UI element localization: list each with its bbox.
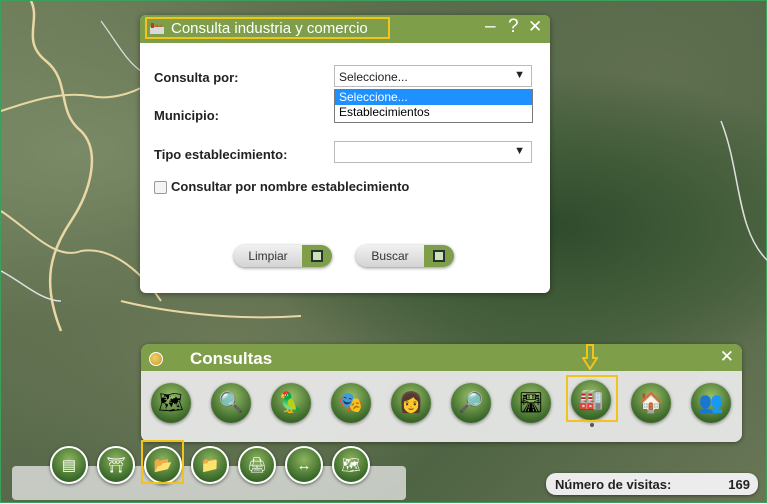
consulta-por-dropdown[interactable]: Seleccione... Establecimientos (334, 89, 533, 123)
measure-icon[interactable]: ↔ (285, 446, 323, 484)
window-icon (302, 245, 332, 267)
limpiar-label: Limpiar (248, 249, 288, 263)
limpiar-button[interactable]: Limpiar (234, 245, 332, 267)
search-globe-icon[interactable]: 🔍 (211, 383, 251, 423)
visits-value: 169 (728, 477, 750, 492)
doctor-icon[interactable]: 👩 (391, 383, 431, 423)
consulta-por-label: Consulta por: (154, 70, 239, 85)
dialog-title-box: Consulta industria y comercio (145, 17, 390, 39)
close-icon[interactable]: ✕ (720, 347, 734, 367)
bird-icon[interactable]: 🦜 (271, 383, 311, 423)
magnifier-icon[interactable]: 🔎 (451, 383, 491, 423)
help-button[interactable]: ? (508, 17, 519, 37)
window-icon (424, 245, 454, 267)
buscar-label: Buscar (371, 249, 409, 263)
visits-label: Número de visitas: (555, 477, 672, 492)
minimize-button[interactable]: – (485, 17, 496, 37)
map-icon[interactable]: 🗺 (151, 383, 191, 423)
people-icon[interactable]: 👥 (691, 383, 731, 423)
theater-masks-icon[interactable]: 🎭 (331, 383, 371, 423)
logo-icon (149, 352, 163, 366)
dropdown-option[interactable]: Establecimientos (335, 105, 532, 120)
close-button[interactable]: ✕ (528, 17, 542, 37)
printer-icon[interactable]: 🖨 (238, 446, 276, 484)
map-icon[interactable]: 🗺 (332, 446, 370, 484)
checkbox-label: Consultar por nombre establecimiento (171, 179, 410, 194)
tipo-establecimiento-label: Tipo establecimiento: (154, 147, 288, 162)
legend-icon[interactable]: ▤ (50, 446, 88, 484)
dropdown-option[interactable]: Seleccione... (335, 90, 532, 105)
arrow-down-icon (582, 344, 598, 370)
selection-dot (590, 423, 594, 427)
panel-title: Consultas (190, 349, 273, 368)
dialog-title: Consulta industria y comercio (171, 19, 368, 37)
selected-icon-highlight (566, 375, 618, 422)
consulta-dialog: Consulta industria y comercio – ? ✕ Cons… (140, 15, 550, 293)
selected-tool-highlight (141, 440, 184, 484)
chevron-down-icon: ▼ (514, 69, 525, 81)
dialog-header[interactable]: Consulta industria y comercio – ? ✕ (140, 15, 550, 43)
tipo-establecimiento-select[interactable]: ▼ (334, 141, 532, 163)
factory-icon (150, 23, 164, 34)
chevron-down-icon: ▼ (514, 145, 525, 157)
panel-header[interactable]: Consultas ✕ (141, 344, 742, 371)
road-icon[interactable]: 🛣 (511, 383, 551, 423)
folder-icon[interactable]: 📁 (191, 446, 229, 484)
house-icon[interactable]: 🏠 (631, 383, 671, 423)
nombre-establecimiento-checkbox[interactable] (154, 181, 167, 194)
consulta-por-value: Seleccione... (339, 70, 408, 84)
visits-counter: Número de visitas: 169 (546, 473, 758, 495)
municipio-label: Municipio: (154, 108, 219, 123)
layers-icon[interactable]: ⛩ (97, 446, 135, 484)
buscar-button[interactable]: Buscar (356, 245, 454, 267)
consulta-por-select[interactable]: Seleccione... ▼ (334, 65, 532, 87)
